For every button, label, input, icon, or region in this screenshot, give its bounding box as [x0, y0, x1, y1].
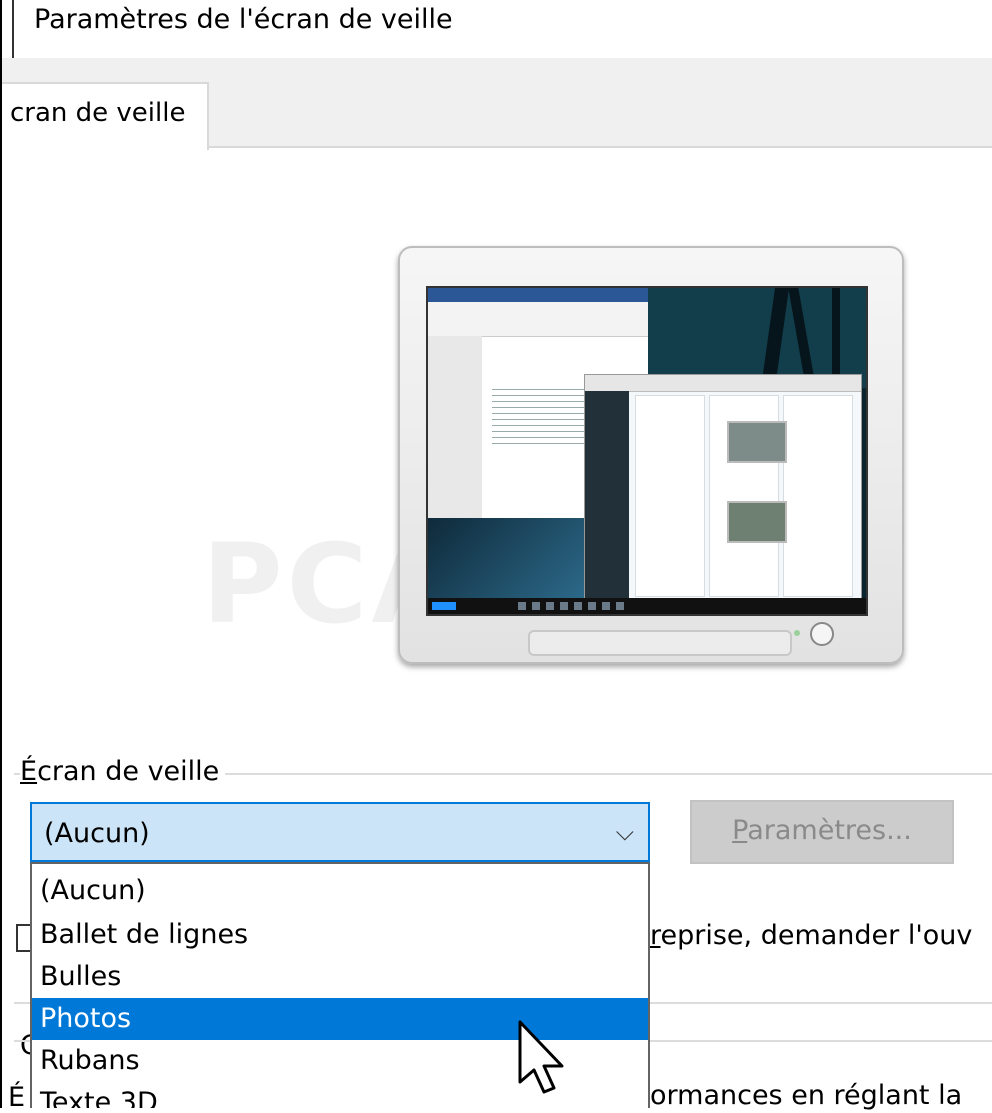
power-led [794, 630, 800, 636]
partial-text: É [8, 1082, 26, 1113]
preview-photo [727, 421, 787, 463]
preview-taskbar [428, 598, 866, 614]
preview-taskbar-icon [518, 602, 526, 610]
preview-browser-window [584, 374, 862, 602]
screen-saver-combobox[interactable]: (Aucun) ⌵ [30, 802, 650, 862]
option-aucun[interactable]: (Aucun) [32, 870, 648, 912]
preview-browser-bar [585, 375, 861, 392]
screen-saver-group-label: Écran de veille [20, 756, 226, 787]
settings-button-text: aramètres... [747, 815, 912, 846]
settings-button[interactable]: Paramètres... [690, 800, 954, 864]
preview-word-sidebar [428, 336, 482, 518]
power-settings-text: ormances en réglant la [650, 1080, 963, 1111]
preview-taskbar-icon [560, 602, 568, 610]
title-edge [2, 0, 14, 58]
group-label-text: cran de veille [37, 756, 220, 787]
access-key: É [20, 756, 38, 787]
chevron-down-icon[interactable]: ⌵ [616, 818, 634, 846]
preview-column [635, 395, 705, 597]
preview-photo [727, 501, 787, 543]
preview-tree [832, 288, 840, 378]
combo-selected-value: (Aucun) [44, 818, 150, 849]
tab-label: cran de veille [10, 98, 186, 128]
monitor-preview [398, 246, 904, 664]
preview-browser-sidebar [585, 391, 629, 601]
resume-label-text: eprise, demander l'ouv [660, 920, 973, 951]
access-key: r [650, 920, 661, 951]
tab-screen-saver[interactable]: cran de veille [2, 82, 209, 150]
preview-taskbar-icon [602, 602, 610, 610]
power-button-icon [810, 622, 834, 646]
monitor-stand [528, 630, 792, 656]
title-bar: Paramètres de l'écran de veille [2, 0, 992, 58]
preview-taskbar-icon [616, 602, 624, 610]
option-bulles[interactable]: Bulles [32, 956, 648, 998]
preview-screen [426, 286, 868, 616]
preview-column [783, 395, 853, 597]
screen-saver-settings-window: Paramètres de l'écran de veille cran de … [0, 0, 992, 1113]
preview-word-titlebar [428, 288, 648, 302]
preview-taskbar-icon [588, 602, 596, 610]
preview-search-box [432, 602, 456, 610]
preview-desktop [428, 518, 588, 598]
preview-taskbar-icon [546, 602, 554, 610]
tab-strip: cran de veille [2, 58, 992, 150]
resume-checkbox-label: reprise, demander l'ouv [650, 920, 972, 951]
preview-taskbar-icon [532, 602, 540, 610]
window-title: Paramètres de l'écran de veille [34, 4, 453, 35]
preview-word-ribbon [428, 302, 648, 337]
mouse-pointer-icon [518, 1020, 564, 1094]
access-key: P [732, 815, 748, 846]
option-ballet-de-lignes[interactable]: Ballet de lignes [32, 914, 648, 956]
preview-taskbar-icon [574, 602, 582, 610]
